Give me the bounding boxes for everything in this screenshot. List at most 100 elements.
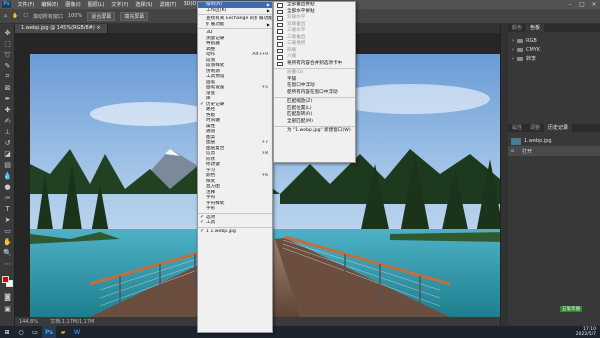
layout-icon [277, 9, 283, 14]
search-icon[interactable]: ○ [14, 326, 28, 338]
arrange-menu-item[interactable]: 全部匹配(M) [274, 119, 355, 126]
eraser-tool-icon[interactable]: ◪ [3, 149, 12, 158]
maximize-button[interactable]: □ [576, 0, 588, 9]
quick-mask-icon[interactable]: ◙ [3, 292, 12, 301]
menu-item-label: 库 [206, 96, 211, 101]
window-menu-item[interactable]: 字形 [198, 206, 272, 212]
photoshop-taskbar-icon[interactable]: Ps [42, 326, 56, 338]
scroll-all-label: 滚动所有窗口 [32, 13, 63, 20]
explorer-taskbar-icon[interactable]: ▰ [56, 326, 70, 338]
crop-tool-icon[interactable]: ⌗ [3, 72, 12, 81]
close-button[interactable]: ✕ [588, 0, 600, 9]
menu-item-label: 全部水平拼贴 [287, 8, 315, 14]
quick-select-icon[interactable]: ✎ [3, 61, 12, 70]
dodge-tool-icon[interactable]: ● [3, 182, 12, 191]
menu-4[interactable]: 文字(Y) [108, 1, 132, 8]
tab-properties[interactable]: 属性 [508, 124, 526, 132]
more-tools-icon[interactable]: ⋯ [3, 259, 12, 268]
task-view-icon[interactable]: ▭ [28, 326, 42, 338]
screen-mode-icon[interactable]: ▣ [3, 304, 12, 313]
status-zoom[interactable]: 144.8% [19, 319, 38, 325]
shape-tool-icon[interactable]: ▭ [3, 226, 12, 235]
move-tool-icon[interactable]: ✥ [3, 28, 12, 37]
foreground-color-swatch[interactable] [2, 276, 9, 283]
menu-item-label: 路径 [206, 107, 216, 112]
swatch-group-rgb[interactable]: › RGB [508, 36, 600, 45]
tab-history[interactable]: 历史记录 [544, 124, 573, 132]
menu-item-label: 匹配缩放(Z) [287, 99, 313, 104]
type-tool-icon[interactable]: T [3, 204, 12, 213]
eyedropper-icon[interactable]: ✒ [3, 94, 12, 103]
menu-0[interactable]: 文件(F) [14, 1, 38, 8]
folder-icon [517, 38, 523, 43]
frame-tool-icon[interactable]: ⊠ [3, 83, 12, 92]
zoom-level[interactable]: 100% [68, 13, 82, 19]
menu-1[interactable]: 编辑(E) [38, 1, 62, 8]
right-panels: 颜色 色板 › RGB › CMYK › 转李 属性 调整 历史记录 1.webp.j… [508, 24, 600, 326]
tab-adjustments[interactable]: 调整 [526, 124, 544, 132]
menu-2[interactable]: 图像(I) [62, 1, 84, 8]
history-snapshot[interactable]: 1.webp.jpg [508, 136, 600, 146]
gradient-tool-icon[interactable]: ▤ [3, 160, 12, 169]
fill-screen-button[interactable]: 填充屏幕 [120, 11, 149, 21]
color-panel-tabs: 颜色 色板 [508, 24, 600, 32]
stamp-tool-icon[interactable]: ⊥ [3, 127, 12, 136]
hand-tool-icon[interactable]: ✋ [12, 13, 18, 19]
fit-screen-button[interactable]: 适合屏幕 [87, 11, 116, 21]
menu-3[interactable]: 图层(L) [84, 1, 108, 8]
menu-item-label: 字符 [206, 195, 216, 200]
menu-item-label: 三联水平 [287, 28, 306, 33]
chevron-right-icon: › [512, 55, 514, 62]
submenu-arrow-icon: ▶ [266, 7, 270, 13]
layout-icon [277, 55, 283, 60]
history-step[interactable]: ▫ 打开 [508, 146, 600, 156]
windows-start-icon[interactable]: ⊞ [0, 326, 14, 338]
arrange-menu-item[interactable]: 为 "1.webp.jpg" 新建窗口(W) [274, 128, 355, 135]
taskbar: ⊞ ○ ▭ Ps ▰ W 17:10 2022/5/7 [0, 326, 600, 338]
brush-tool-icon[interactable]: ✍ [3, 116, 12, 125]
menu-item-label: 字形 [206, 206, 216, 211]
window-menu-item[interactable]: 工作区(K) ▶ [198, 8, 272, 14]
tab-color[interactable]: 颜色 [508, 24, 526, 32]
hand-tool-icon[interactable]: ✋ [3, 237, 12, 246]
menu-item-label: 图层 [206, 140, 216, 145]
chevron-right-icon: › [512, 46, 514, 53]
window-menu-item[interactable]: 扩展功能 ▶ [198, 22, 272, 28]
menu-5[interactable]: 选择(S) [132, 1, 156, 8]
zoom-tool-icon[interactable]: 🔍 [3, 248, 12, 257]
lasso-tool-icon[interactable]: ➰ [3, 50, 12, 59]
menu-item-label: 图层复合 [206, 145, 225, 151]
menu-item-label: 查找有关 Exchange 的扩展功能... [206, 16, 272, 21]
blur-tool-icon[interactable]: 💧 [3, 171, 12, 180]
arrange-menu-item[interactable]: 使所有内容在窗口中浮动 [274, 90, 355, 97]
arrange-menu-item[interactable]: 将所有内容合并到选项卡中 [274, 61, 355, 68]
tab-document[interactable]: 1.webp.jpg @ 145%(RGB/8#) × [15, 24, 108, 33]
chevron-right-icon: › [512, 37, 514, 44]
tab-swatches[interactable]: 色板 [526, 24, 545, 32]
word-taskbar-icon[interactable]: W [70, 326, 84, 338]
window-menu-item[interactable]: ✓ 1 1.webp.jpg [198, 229, 272, 235]
pen-tool-icon[interactable]: ✑ [3, 193, 12, 202]
menu-item-label: 渐变 [206, 90, 216, 96]
menu-item-label: 层叠(D) [287, 70, 304, 75]
path-select-icon[interactable]: ➤ [3, 215, 12, 224]
menu-separator [274, 97, 355, 98]
scroll-all-checkbox[interactable]: ☐ [23, 13, 27, 19]
swatch-group-3[interactable]: › 转李 [508, 54, 600, 63]
taskbar-clock[interactable]: 17:10 2022/5/7 [576, 327, 600, 338]
menu-item-label: 测量记录 [206, 35, 225, 41]
healing-brush-icon[interactable]: ✚ [3, 105, 12, 114]
photoshop-window: Ps 文件(F) 编辑(E) 图像(I) 图层(L) 文字(Y) 选择(S) 滤镜(T) 3D… [0, 0, 600, 338]
menu-item-label: 信息 [206, 151, 216, 156]
swatch-group-cmyk[interactable]: › CMYK [508, 45, 600, 54]
arrange-submenu: 全部垂直拼贴 全部水平拼贴 双联水平 双联垂直 三联水平 三联垂直 三联堆积 四联 六联 将所有内… [273, 1, 356, 163]
minimize-button[interactable]: – [564, 0, 576, 9]
menu-6[interactable]: 滤镜(T) [156, 1, 180, 8]
home-icon[interactable]: ⌂ [4, 13, 7, 19]
menu-item-label: 形状 [206, 156, 216, 162]
history-step-icon: ▫ [511, 148, 515, 154]
marquee-tool-icon[interactable]: ⬚ [3, 39, 12, 48]
menu-item-label: 学习 [206, 167, 216, 173]
window-menu-item[interactable]: ✓ 工具 [198, 220, 272, 226]
history-brush-icon[interactable]: ↺ [3, 138, 12, 147]
